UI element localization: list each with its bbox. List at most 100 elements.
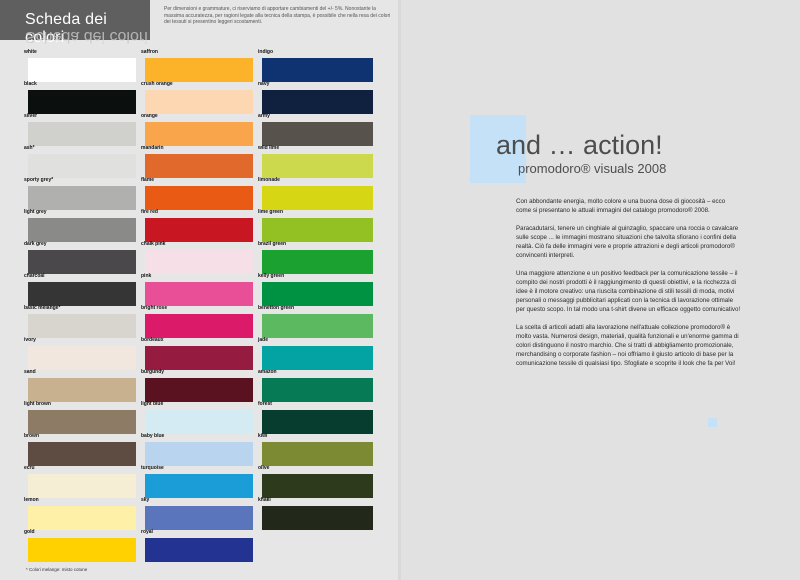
color-swatch: navy (258, 74, 373, 114)
swatch-label: amazon (258, 369, 277, 375)
color-swatch: orange (141, 106, 253, 146)
color-swatch: silver (24, 106, 136, 146)
color-swatch: crush orange (141, 74, 253, 114)
swatch-label: burgundy (141, 369, 165, 375)
swatch-label: royal (141, 529, 153, 535)
swatch-label: kelly green (258, 273, 285, 279)
color-swatch: light blue (141, 394, 253, 434)
swatch-label: chalk pink (141, 241, 166, 247)
color-swatch: khaki (258, 490, 373, 530)
swatch-label: indigo (258, 49, 273, 55)
swatch-label: light grey (24, 209, 47, 215)
color-swatch: flame (141, 170, 253, 210)
color-swatch: ecru (24, 458, 136, 498)
swatch-label: sporty grey* (24, 177, 54, 183)
color-swatch: mandarin (141, 138, 253, 178)
accent-square-small (708, 418, 717, 427)
swatch-label: forest (258, 401, 272, 407)
color-swatch: amazon (258, 362, 373, 402)
color-swatch: kelly green (258, 266, 373, 306)
color-swatch: fire red (141, 202, 253, 242)
color-swatch: charcoal (24, 266, 136, 306)
color-swatch: army (258, 106, 373, 146)
swatch-label: brazil green (258, 241, 287, 247)
swatch-label: khaki (258, 497, 271, 503)
headline: and … action! (496, 130, 663, 160)
swatch-label: basic melange* (24, 305, 61, 311)
swatch-column-1: white black silver ash* sporty grey* light gr… (24, 42, 136, 562)
swatch-label: sky (141, 497, 150, 503)
paragraph: Paracadutarsi, tenere un cinghiale al gu… (516, 225, 739, 259)
swatch-label: light blue (141, 401, 164, 407)
color-swatch: wild lime (258, 138, 373, 178)
color-swatch: indigo (258, 42, 373, 82)
swatch-label: flame (141, 177, 155, 183)
color-swatch: ash* (24, 138, 136, 178)
color-swatch: saffron (141, 42, 253, 82)
color-swatch: dark grey (24, 234, 136, 274)
title-bar: Scheda dei colori Scheda dei colori (0, 0, 150, 46)
swatch-color-box (28, 538, 136, 562)
swatch-label: sand (24, 369, 36, 375)
paragraph: Una maggiore attenzione e un positivo fe… (516, 270, 741, 313)
swatch-label: lime green (258, 209, 284, 215)
swatch-label: ash* (24, 145, 35, 151)
subheadline: promodoro® visuals 2008 (518, 161, 667, 176)
swatch-label: saffron (141, 49, 158, 55)
swatch-label: kiwi (258, 433, 268, 439)
swatch-label: limonade (258, 177, 280, 183)
color-swatch: lemon (24, 490, 136, 530)
color-swatch: brazil green (258, 234, 373, 274)
swatch-label: jade (258, 337, 269, 343)
color-swatch: white (24, 42, 136, 82)
swatch-label: wild lime (258, 145, 280, 151)
swatch-label: crush orange (141, 81, 173, 87)
color-swatch: sky (141, 490, 253, 530)
body-text: Con abbondante energia, molto colore e u… (516, 197, 741, 377)
swatch-column-2: saffron crush orange orange mandarin flame fi… (141, 42, 253, 562)
color-chart-page: Scheda dei colori Scheda dei colori Per … (0, 0, 398, 580)
color-swatch: limonade (258, 170, 373, 210)
melange-footnote: * Colori melange: misto cotone (26, 567, 88, 572)
swatch-label: army (258, 113, 270, 119)
color-swatch: royal (141, 522, 253, 562)
swatch-label: turquoise (141, 465, 164, 471)
swatch-label: charcoal (24, 273, 45, 279)
swatch-color-box (145, 538, 253, 562)
paragraph: La scelta di articoli adatti alla lavora… (516, 324, 739, 367)
color-swatch: burgundy (141, 362, 253, 402)
color-swatch: sand (24, 362, 136, 402)
catalog-spread: Scheda dei colori Scheda dei colori Per … (0, 0, 800, 580)
color-swatch: ivory (24, 330, 136, 370)
swatch-label: orange (141, 113, 158, 119)
swatch-label: brown (24, 433, 39, 439)
color-swatch: pink (141, 266, 253, 306)
color-swatch: olive (258, 458, 373, 498)
swatch-color-box (262, 506, 373, 530)
color-swatch: bright rose (141, 298, 253, 338)
swatch-column-3: indigo navy army wild lime limonade lime gree… (258, 42, 373, 530)
swatch-label: lemon (24, 497, 39, 503)
color-swatch: bordeaux (141, 330, 253, 370)
swatch-label: silver (24, 113, 38, 119)
swatch-label: fire red (141, 209, 158, 215)
swatch-label: mandarin (141, 145, 164, 151)
swatch-label: pink (141, 273, 152, 279)
color-swatch: kiwi (258, 426, 373, 466)
swatch-label: bright rose (141, 305, 168, 311)
color-swatch: baby blue (141, 426, 253, 466)
color-swatch: turquoise (141, 458, 253, 498)
color-swatch: jade (258, 330, 373, 370)
swatch-label: navy (258, 81, 270, 87)
color-swatch: black (24, 74, 136, 114)
color-swatch: brown (24, 426, 136, 466)
color-swatch: chalk pink (141, 234, 253, 274)
color-swatch: forest (258, 394, 373, 434)
color-swatch: light brown (24, 394, 136, 434)
color-swatch: benetton green (258, 298, 373, 338)
swatch-label: bordeaux (141, 337, 164, 343)
swatch-label: ivory (24, 337, 36, 343)
paragraph: Con abbondante energia, molto colore e u… (516, 198, 726, 214)
swatch-label: black (24, 81, 37, 87)
swatch-label: olive (258, 465, 270, 471)
